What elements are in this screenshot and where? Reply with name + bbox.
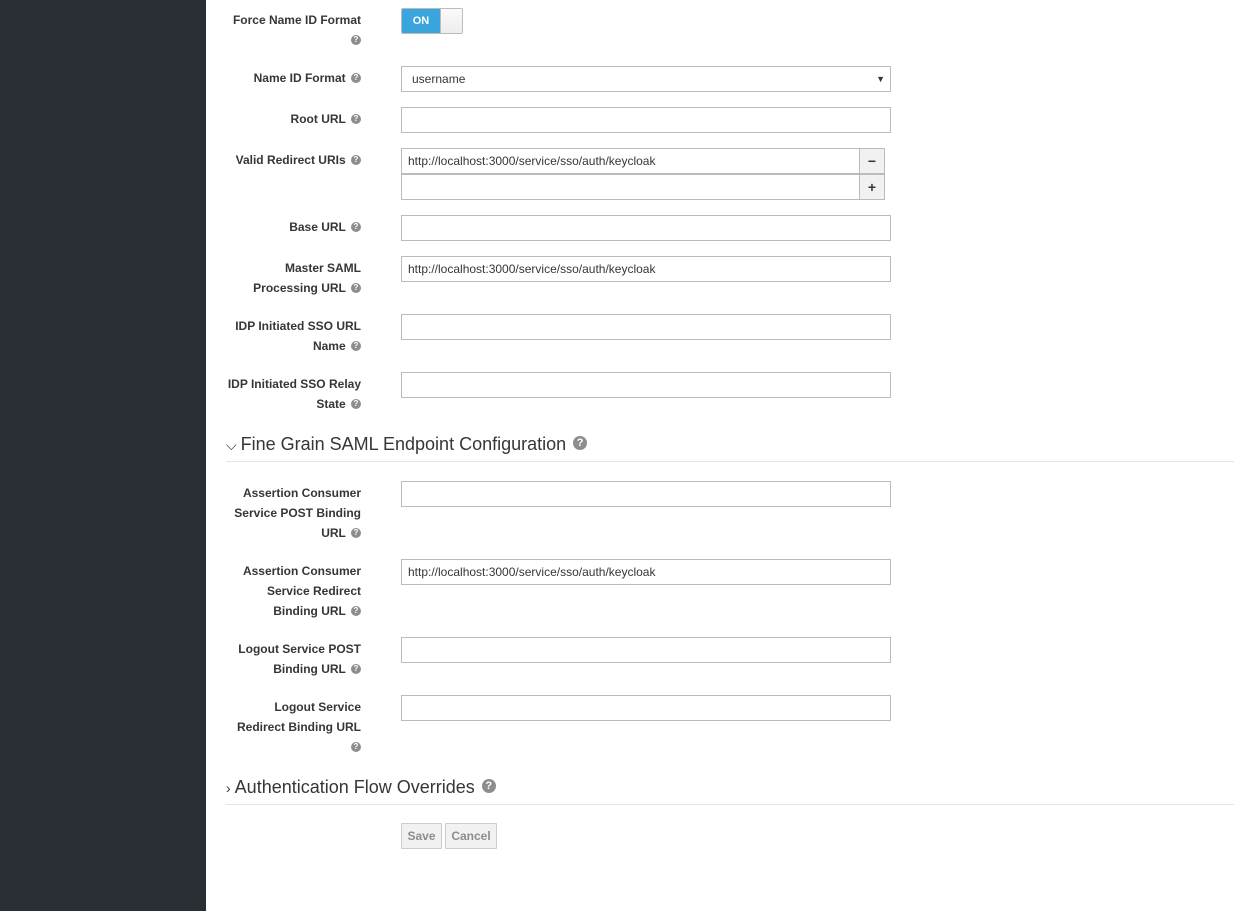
logout-post-label-line1: Logout Service POST — [238, 642, 361, 656]
idp-sso-url-name-label-line2: Name — [312, 339, 346, 353]
redirect-uri-input[interactable]: http://localhost:3000/service/sso/auth/k… — [401, 148, 860, 174]
fine-grain-section-title: Fine Grain SAML Endpoint Configuration — [240, 434, 567, 454]
name-id-format-select[interactable]: username ▼ — [401, 66, 891, 92]
toggle-on-label: ON — [402, 9, 440, 33]
logout-redirect-label-line2: Redirect Binding URL — [236, 720, 361, 734]
name-id-format-value: username — [412, 72, 466, 86]
acs-post-label-line1: Assertion Consumer — [242, 486, 361, 500]
name-id-format-label: Name ID Format — [253, 71, 346, 85]
help-icon[interactable]: ? — [573, 436, 588, 451]
force-name-id-format-toggle[interactable]: ON — [401, 8, 463, 34]
toggle-knob[interactable] — [440, 9, 462, 33]
help-icon[interactable]: ? — [351, 398, 361, 409]
logout-redirect-input[interactable] — [401, 695, 891, 721]
help-icon[interactable]: ? — [481, 779, 496, 794]
acs-redirect-label-line2: Service Redirect — [266, 584, 361, 598]
help-icon[interactable]: ? — [351, 34, 361, 45]
help-icon[interactable]: ? — [351, 221, 361, 232]
help-icon[interactable]: ? — [351, 154, 361, 165]
help-icon[interactable]: ? — [351, 340, 361, 351]
help-icon[interactable]: ? — [351, 663, 361, 674]
acs-redirect-label-line1: Assertion Consumer — [242, 564, 361, 578]
auth-flow-section-title: Authentication Flow Overrides — [234, 777, 475, 797]
idp-sso-url-name-input[interactable] — [401, 314, 891, 340]
root-url-label: Root URL — [290, 112, 346, 126]
force-name-id-format-label: Force Name ID Format — [232, 13, 361, 27]
auth-flow-section-header[interactable]: › Authentication Flow Overrides ? — [226, 774, 1234, 805]
root-url-input[interactable] — [401, 107, 891, 133]
save-button[interactable]: Save — [401, 823, 442, 849]
add-redirect-uri-button[interactable]: + — [859, 174, 885, 200]
acs-post-label-line3: URL — [321, 526, 346, 540]
help-icon[interactable]: ? — [351, 741, 361, 752]
valid-redirect-uris-label: Valid Redirect URIs — [235, 153, 346, 167]
acs-post-input[interactable] — [401, 481, 891, 507]
logout-redirect-label-line1: Logout Service — [274, 700, 361, 714]
help-icon[interactable]: ? — [351, 527, 361, 538]
idp-sso-url-name-label-line1: IDP Initiated SSO URL — [235, 319, 361, 333]
sidebar — [0, 0, 206, 911]
master-saml-label-line1: Master SAML — [284, 261, 361, 275]
chevron-right-icon: › — [226, 780, 231, 796]
acs-redirect-input[interactable]: http://localhost:3000/service/sso/auth/k… — [401, 559, 891, 585]
acs-redirect-label-line3: Binding URL — [273, 604, 346, 618]
fine-grain-section-header[interactable]: ⌵ Fine Grain SAML Endpoint Configuration … — [226, 431, 1234, 462]
master-saml-label-line2: Processing URL — [253, 281, 346, 295]
client-settings-form: Force Name ID Format ? ON Name ID Format… — [206, 0, 1246, 911]
plus-icon: + — [867, 179, 877, 195]
caret-down-icon: ▼ — [876, 74, 885, 84]
help-icon[interactable]: ? — [351, 282, 361, 293]
cancel-button[interactable]: Cancel — [445, 823, 497, 849]
minus-icon: − — [867, 153, 877, 169]
help-icon[interactable]: ? — [351, 605, 361, 616]
new-redirect-uri-input[interactable] — [401, 174, 860, 200]
idp-sso-relay-state-label-line1: IDP Initiated SSO Relay — [227, 377, 361, 391]
chevron-down-icon: ⌵ — [226, 437, 237, 453]
master-saml-url-input[interactable]: http://localhost:3000/service/sso/auth/k… — [401, 256, 891, 282]
acs-post-label-line2: Service POST Binding — [234, 506, 361, 520]
idp-sso-relay-state-label-line2: State — [316, 397, 346, 411]
base-url-input[interactable] — [401, 215, 891, 241]
idp-sso-relay-state-input[interactable] — [401, 372, 891, 398]
logout-post-label-line2: Binding URL — [273, 662, 346, 676]
base-url-label: Base URL — [289, 220, 346, 234]
remove-redirect-uri-button[interactable]: − — [859, 148, 885, 174]
help-icon[interactable]: ? — [351, 113, 361, 124]
help-icon[interactable]: ? — [351, 72, 361, 83]
logout-post-input[interactable] — [401, 637, 891, 663]
